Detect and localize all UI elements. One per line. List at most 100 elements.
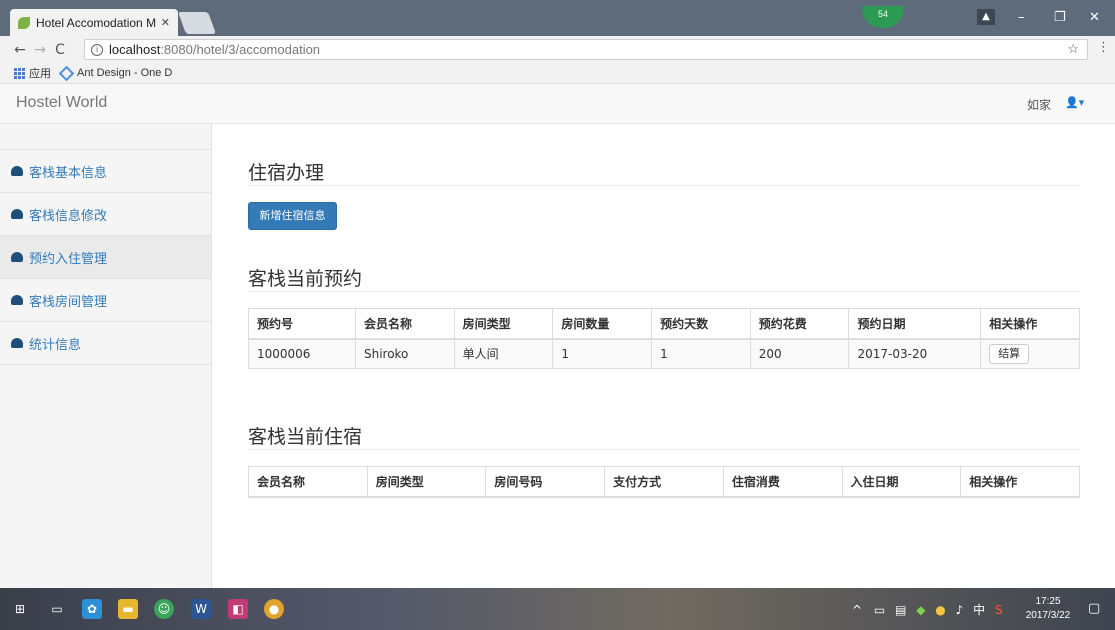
divider	[248, 291, 1080, 292]
sidebar-item-edit-info[interactable]: 客栈信息修改	[0, 193, 211, 236]
tab-title: Hotel Accomodation M	[36, 15, 157, 30]
table-cell: 200	[749, 338, 850, 369]
address-row: ← → C i localhost:8080/hotel/3/accomodat…	[0, 36, 1115, 63]
notification-center-icon[interactable]: ▢	[1088, 601, 1100, 616]
app-navbar: Hostel World 如家 👤▾	[0, 84, 1115, 124]
brand-title[interactable]: Hostel World	[16, 94, 107, 112]
leaf-icon	[18, 16, 30, 29]
word-icon[interactable]: W	[191, 599, 211, 619]
table-cell: 结算	[980, 338, 1080, 369]
divider	[248, 185, 1080, 186]
file-explorer-icon[interactable]: ▬	[118, 599, 138, 619]
url-input[interactable]: i localhost:8080/hotel/3/accomodation ☆	[84, 39, 1088, 60]
user-name[interactable]: 如家	[1027, 96, 1051, 113]
app-icon[interactable]: ✿	[82, 599, 102, 619]
tray-battery-icon[interactable]: ▭	[874, 603, 885, 617]
bookmark-label: 应用	[29, 68, 51, 80]
ant-design-icon	[58, 65, 75, 81]
tray-qq-icon[interactable]: ●	[935, 603, 945, 617]
info-icon[interactable]: i	[91, 43, 103, 56]
main-content: 住宿办理 新增住宿信息 客栈当前预约 预约号 会员名称 房间类型 房间数量 预约…	[212, 124, 1115, 588]
chrome-icon[interactable]: ●	[264, 599, 284, 619]
bookmark-label: Ant Design - One D	[77, 67, 173, 79]
menu-icon[interactable]: ⋮	[1097, 40, 1110, 55]
column-header: 房间类型	[366, 466, 487, 498]
column-header: 预约号	[248, 308, 356, 340]
sidebar-item-basic-info[interactable]: 客栈基本信息	[0, 150, 211, 193]
sidebar-item-label: 客栈信息修改	[29, 208, 108, 224]
table-cell: Shiroko	[354, 338, 455, 369]
stays-title: 客栈当前住宿	[248, 426, 363, 448]
sogou-icon[interactable]: S	[995, 603, 1003, 617]
dashboard-icon	[11, 166, 23, 176]
windows-start-icon[interactable]: ⊞	[10, 599, 30, 619]
sidebar-item-rooms[interactable]: 客栈房间管理	[0, 279, 211, 322]
sidebar-item-label: 统计信息	[29, 337, 82, 353]
chat-app-icon[interactable]: ☺	[154, 599, 174, 619]
table-cell: 1	[552, 338, 653, 369]
table-cell: 1	[651, 338, 751, 369]
reservations-table: 预约号 会员名称 房间类型 房间数量 预约天数 预约花费 预约日期 相关操作 1…	[248, 308, 1080, 369]
new-tab-button[interactable]	[177, 12, 217, 34]
ime-indicator[interactable]: 中	[973, 603, 985, 617]
column-header: 预约天数	[651, 308, 751, 340]
divider	[248, 449, 1080, 450]
volume-icon[interactable]: ♪	[956, 603, 964, 617]
column-header: 房间数量	[552, 308, 653, 340]
column-header: 房间号码	[485, 466, 606, 498]
column-header: 会员名称	[248, 466, 368, 498]
window-close-icon[interactable]: ✕	[1089, 10, 1100, 25]
sidebar-list: 客栈基本信息 客栈信息修改 预约入住管理 客栈房间管理 统计信息	[0, 149, 211, 365]
minimize-icon[interactable]: –	[1018, 10, 1025, 25]
table-header-row: 预约号 会员名称 房间类型 房间数量 预约天数 预约花费 预约日期 相关操作	[248, 308, 1080, 340]
bookmark-ant-design[interactable]: Ant Design - One D	[58, 65, 173, 81]
table-header-row: 会员名称 房间类型 房间号码 支付方式 住宿消费 入住日期 相关操作	[248, 466, 1080, 498]
clock-date: 2017/3/22	[1025, 610, 1071, 621]
table-cell: 单人间	[453, 338, 554, 369]
ide-icon[interactable]: ◧	[228, 599, 248, 619]
sidebar-item-label: 客栈基本信息	[29, 165, 108, 181]
close-icon[interactable]: ✕	[161, 16, 170, 29]
browser-tab[interactable]: Hotel Accomodation M ✕	[10, 9, 178, 36]
reload-icon[interactable]: C	[50, 42, 70, 58]
user-dropdown-icon[interactable]: 👤▾	[1065, 96, 1084, 109]
browser-tab-bar: Hotel Accomodation M ✕ 54 ▲ – ❐ ✕	[0, 0, 1115, 36]
column-header: 相关操作	[980, 308, 1080, 340]
sidebar: 客栈基本信息 客栈信息修改 预约入住管理 客栈房间管理 统计信息	[0, 124, 212, 588]
sidebar-item-statistics[interactable]: 统计信息	[0, 322, 211, 365]
stays-table: 会员名称 房间类型 房间号码 支付方式 住宿消费 入住日期 相关操作	[248, 466, 1080, 498]
task-view-icon[interactable]: ▭	[47, 599, 67, 619]
dashboard-icon	[11, 295, 23, 305]
column-header: 入住日期	[841, 466, 962, 498]
sidebar-item-label: 预约入住管理	[29, 251, 108, 267]
tray-network-icon[interactable]: ▤	[895, 603, 906, 617]
tray-chevron-icon[interactable]: ^	[852, 603, 862, 617]
table-row: 1000006 Shiroko 单人间 1 1 200 2017-03-20 结…	[248, 338, 1080, 369]
restore-icon[interactable]: ❐	[1054, 10, 1066, 25]
dashboard-icon	[11, 252, 23, 262]
column-header: 住宿消费	[722, 466, 843, 498]
reservations-title: 客栈当前预约	[248, 268, 363, 290]
column-header: 预约日期	[848, 308, 982, 340]
back-icon[interactable]: ←	[10, 42, 30, 58]
sidebar-item-label: 客栈房间管理	[29, 294, 108, 310]
clock-time: 17:25	[1035, 596, 1061, 607]
page-title: 住宿办理	[248, 162, 325, 184]
sidebar-item-reservation[interactable]: 预约入住管理	[0, 236, 211, 279]
bookmark-star-icon[interactable]: ☆	[1067, 41, 1079, 57]
clock[interactable]: 17:25 2017/3/22	[1021, 595, 1075, 623]
url-host: localhost	[109, 42, 161, 57]
system-tray: ^ ▭ ▤ ◆ ● ♪ 中 S	[852, 601, 1003, 618]
bookmark-apps[interactable]: 应用	[14, 65, 51, 81]
column-header: 相关操作	[960, 466, 1080, 498]
dashboard-icon	[11, 338, 23, 348]
column-header: 房间类型	[453, 308, 554, 340]
forward-icon[interactable]: →	[30, 42, 50, 58]
add-accommodation-button[interactable]: 新增住宿信息	[248, 202, 337, 230]
settle-button[interactable]: 结算	[989, 343, 1030, 364]
bookmarks-bar: 应用 Ant Design - One D	[0, 63, 1115, 84]
dashboard-icon	[11, 209, 23, 219]
profile-icon[interactable]: ▲	[977, 9, 995, 25]
url-path: :8080/hotel/3/accomodation	[160, 42, 321, 57]
tray-app-icon[interactable]: ◆	[916, 603, 925, 617]
